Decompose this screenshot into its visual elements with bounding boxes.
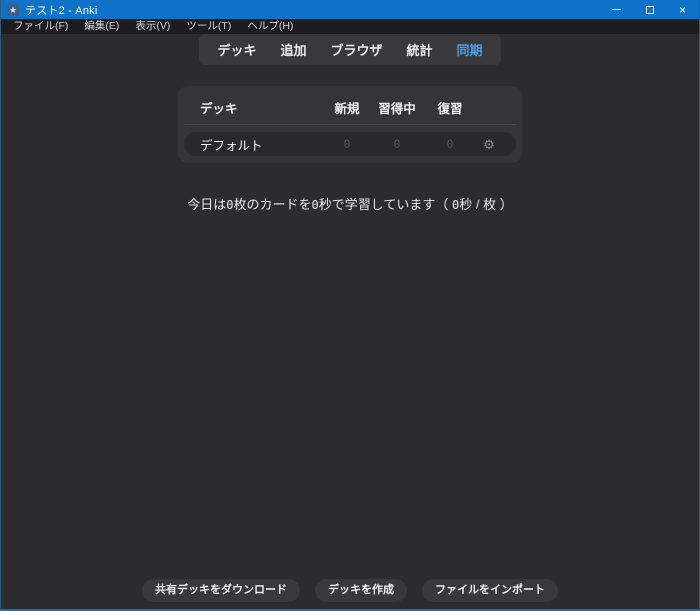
tab-stats[interactable]: 統計 <box>397 39 443 60</box>
deck-row-default[interactable]: デフォルト 0 0 0 ⚙ <box>184 132 516 156</box>
column-header-deck: デッキ <box>200 98 324 117</box>
deck-table-header: デッキ 新規 習得中 復習 <box>184 94 516 125</box>
tab-decks[interactable]: デッキ <box>207 39 266 60</box>
minimize-icon <box>612 9 621 10</box>
message-seconds: 0 <box>312 198 319 212</box>
tab-browse[interactable]: ブラウザ <box>320 39 392 60</box>
column-header-review: 復習 <box>424 98 476 117</box>
deck-review-count: 0 <box>424 137 476 151</box>
minimize-button[interactable] <box>600 0 633 19</box>
menu-view[interactable]: 表示(V) <box>127 19 178 34</box>
message-text: 今日は <box>187 197 226 212</box>
main-content: デッキ 追加 ブラウザ 統計 同期 デッキ 新規 習得中 復習 デフォルト 0 … <box>1 34 699 609</box>
create-deck-button[interactable]: デッキを作成 <box>315 579 407 602</box>
message-text: 枚のカードを <box>234 197 312 212</box>
message-card-count: 0 <box>226 198 233 212</box>
column-header-learning: 習得中 <box>370 98 424 117</box>
maximize-button[interactable] <box>633 0 666 19</box>
menu-tools[interactable]: ツール(T) <box>178 19 239 34</box>
message-text: 秒 / 枚 ） <box>459 197 512 212</box>
window-title: テスト2 - Anki <box>25 2 600 18</box>
titlebar: ★ テスト2 - Anki × <box>1 0 699 19</box>
menu-file[interactable]: ファイル(F) <box>5 19 76 34</box>
tabbar: デッキ 追加 ブラウザ 統計 同期 <box>199 34 500 65</box>
deck-name[interactable]: デフォルト <box>200 135 324 154</box>
anki-window: ★ テスト2 - Anki × ファイル(F) 編集(E) 表示(V) ツール(… <box>0 0 700 611</box>
window-controls: × <box>600 0 699 19</box>
menubar: ファイル(F) 編集(E) 表示(V) ツール(T) ヘルプ(H) <box>1 19 699 34</box>
footer-toolbar: 共有デッキをダウンロード デッキを作成 ファイルをインポート <box>1 579 699 602</box>
maximize-icon <box>646 6 654 14</box>
menu-help[interactable]: ヘルプ(H) <box>239 19 301 34</box>
deck-learning-count: 0 <box>370 137 424 151</box>
tab-sync[interactable]: 同期 <box>447 39 493 60</box>
today-study-message: 今日は0枚のカードを0秒で学習しています（ 0秒 / 枚 ） <box>187 194 512 213</box>
message-text: 秒で学習しています（ <box>319 197 452 212</box>
tab-add[interactable]: 追加 <box>270 39 316 60</box>
close-button[interactable]: × <box>666 0 699 19</box>
deck-new-count: 0 <box>324 137 370 151</box>
deck-table: デッキ 新規 習得中 復習 デフォルト 0 0 0 ⚙ <box>178 86 522 163</box>
get-shared-decks-button[interactable]: 共有デッキをダウンロード <box>142 579 300 602</box>
column-header-new: 新規 <box>324 98 370 117</box>
menu-edit[interactable]: 編集(E) <box>76 19 127 34</box>
import-file-button[interactable]: ファイルをインポート <box>422 579 558 602</box>
anki-app-icon: ★ <box>7 4 19 16</box>
deck-options-gear-icon[interactable]: ⚙ <box>476 138 502 151</box>
